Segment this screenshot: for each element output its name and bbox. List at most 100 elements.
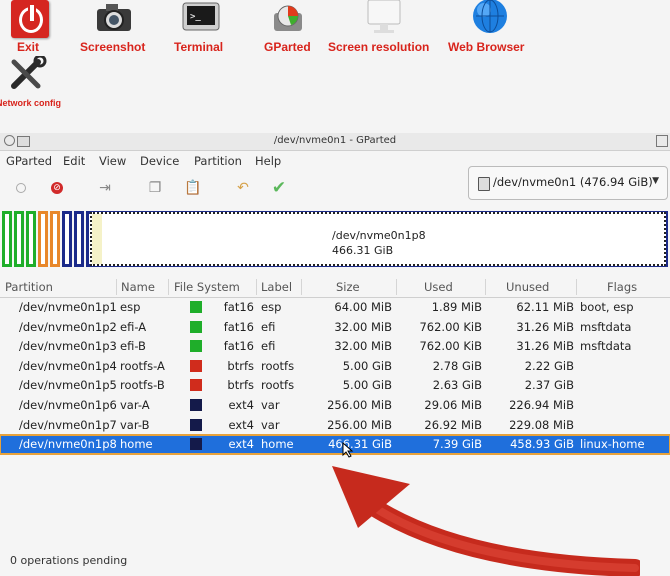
launcher-screen-resolution[interactable]: Screen resolution bbox=[328, 0, 446, 56]
launcher-label: Web Browser bbox=[448, 40, 525, 54]
undo-icon[interactable]: ↶ bbox=[232, 177, 254, 199]
partition-block-p1[interactable] bbox=[2, 211, 12, 267]
unused-cell: 226.94 MiB bbox=[509, 398, 574, 412]
apply-icon[interactable]: ✔ bbox=[268, 177, 290, 199]
label-cell: var bbox=[261, 417, 280, 432]
paste-icon[interactable]: 📋 bbox=[182, 177, 204, 199]
partition-cell: /dev/nvme0n1p6 bbox=[19, 398, 117, 412]
partition-cell: /dev/nvme0n1p1 bbox=[19, 300, 117, 314]
partition-cell: /dev/nvme0n1p3 bbox=[19, 339, 117, 354]
column-divider bbox=[256, 279, 257, 295]
column-divider bbox=[168, 279, 169, 295]
partition-block-p7[interactable] bbox=[74, 211, 84, 267]
launcher-terminal[interactable]: >_ Terminal bbox=[170, 0, 240, 56]
window-title: /dev/nvme0n1 - GParted bbox=[273, 135, 397, 146]
partition-block-p4[interactable] bbox=[38, 211, 48, 267]
label-cell: rootfs bbox=[261, 378, 295, 393]
label-cell: efi bbox=[261, 339, 276, 354]
globe-icon bbox=[473, 0, 507, 33]
launcher-exit[interactable]: Exit bbox=[0, 0, 60, 56]
filesystem-cell: fat16 bbox=[223, 319, 254, 334]
camera-icon bbox=[97, 4, 131, 31]
menu-device[interactable]: Device bbox=[140, 154, 179, 168]
name-cell: efi-B bbox=[120, 339, 146, 354]
launcher-web-browser[interactable]: Web Browser bbox=[446, 0, 538, 56]
column-divider bbox=[396, 279, 397, 295]
selected-partition-info: /dev/nvme0n1p8 466.31 GiB bbox=[332, 228, 426, 258]
terminal-icon: >_ bbox=[182, 2, 220, 31]
partition-cell: /dev/nvme0n1p7 bbox=[19, 417, 117, 432]
resize-move-icon[interactable]: ⇥ bbox=[94, 177, 116, 199]
column-unused[interactable]: Unused bbox=[506, 280, 549, 294]
toolbar: ⊘ ⇥ ❐ 📋 ↶ ✔ /dev/nvme0n1 (476.94 GiB) ▼ bbox=[0, 166, 670, 213]
column-file-system[interactable]: File System bbox=[174, 280, 240, 294]
column-used[interactable]: Used bbox=[424, 280, 453, 294]
used-cell: 762.00 KiB bbox=[419, 339, 482, 354]
launcher-network-config[interactable]: Network config bbox=[0, 56, 66, 110]
table-row[interactable]: /dev/nvme0n1p4 rootfs-A btrfs rootfs 5.00 Gi… bbox=[0, 357, 670, 376]
partition-table-header: Partition Name File System Label Size Us… bbox=[0, 277, 670, 298]
new-partition-icon[interactable] bbox=[10, 177, 32, 199]
selected-partition-size: 466.31 GiB bbox=[332, 244, 394, 257]
menu-view[interactable]: View bbox=[99, 154, 126, 168]
name-cell: home bbox=[120, 437, 153, 452]
name-cell: rootfs-B bbox=[120, 378, 165, 393]
used-cell: 2.63 GiB bbox=[432, 378, 482, 393]
used-cell: 29.06 MiB bbox=[424, 398, 482, 412]
partition-cell: /dev/nvme0n1p5 bbox=[19, 378, 117, 393]
partition-block-p6[interactable] bbox=[62, 211, 72, 267]
column-name[interactable]: Name bbox=[121, 280, 155, 294]
partition-cell: /dev/nvme0n1p8 bbox=[19, 437, 117, 452]
partition-block-p5[interactable] bbox=[50, 211, 60, 267]
device-selector[interactable]: /dev/nvme0n1 (476.94 GiB) ▼ bbox=[468, 166, 668, 200]
launcher-label: Terminal bbox=[174, 40, 224, 54]
partition-block-p2[interactable] bbox=[14, 211, 24, 267]
partition-graphic: /dev/nvme0n1p8 466.31 GiB bbox=[0, 211, 670, 269]
filesystem-color-swatch bbox=[190, 379, 202, 392]
filesystem-color-swatch bbox=[190, 301, 202, 313]
size-cell: 64.00 MiB bbox=[334, 300, 392, 314]
size-cell: 32.00 MiB bbox=[334, 339, 392, 354]
launcher-label: Exit bbox=[17, 40, 40, 54]
menu-gparted[interactable]: GParted bbox=[6, 154, 52, 168]
table-row[interactable]: /dev/nvme0n1p5 rootfs-B btrfs rootfs 5.00 Gi… bbox=[0, 376, 670, 395]
menu-help[interactable]: Help bbox=[255, 154, 281, 168]
table-row[interactable]: /dev/nvme0n1p7 var-B ext4 var 256.00 MiB 26.9… bbox=[0, 416, 670, 435]
partition-block-p3[interactable] bbox=[26, 211, 36, 267]
menu-partition[interactable]: Partition bbox=[194, 154, 242, 168]
label-cell: rootfs bbox=[261, 358, 295, 373]
column-divider bbox=[485, 279, 486, 295]
window-titlebar[interactable]: /dev/nvme0n1 - GParted bbox=[0, 133, 670, 151]
launcher-label: GParted bbox=[264, 40, 311, 54]
monitor-icon bbox=[367, 0, 401, 33]
delete-partition-icon[interactable]: ⊘ bbox=[46, 177, 68, 199]
unused-cell: 31.26 MiB bbox=[516, 339, 574, 354]
copy-icon[interactable]: ❐ bbox=[144, 177, 166, 199]
table-row[interactable]: /dev/nvme0n1p2 efi-A fat16 efi 32.00 MiB 762.… bbox=[0, 318, 670, 337]
filesystem-color-swatch bbox=[190, 399, 202, 411]
device-selector-label: /dev/nvme0n1 (476.94 GiB) bbox=[493, 175, 653, 189]
column-size[interactable]: Size bbox=[336, 280, 360, 294]
column-label[interactable]: Label bbox=[261, 280, 292, 294]
filesystem-cell: fat16 bbox=[223, 339, 254, 354]
launcher-gparted[interactable]: GParted bbox=[262, 0, 322, 56]
column-flags[interactable]: Flags bbox=[607, 280, 637, 294]
launcher-screenshot[interactable]: Screenshot bbox=[78, 0, 158, 56]
size-cell: 32.00 MiB bbox=[334, 319, 392, 334]
desktop-launcher-area: Exit Screenshot >_ Terminal GParted Scre… bbox=[0, 0, 670, 133]
unused-cell: 2.37 GiB bbox=[524, 378, 574, 393]
table-row[interactable]: /dev/nvme0n1p3 efi-B fat16 efi 32.00 MiB 762.… bbox=[0, 337, 670, 356]
unused-cell: 2.22 GiB bbox=[524, 358, 574, 373]
table-row[interactable]: /dev/nvme0n1p1 esp fat16 esp 64.00 MiB 1.89 M… bbox=[0, 298, 670, 317]
size-cell: 5.00 GiB bbox=[342, 358, 392, 373]
filesystem-color-swatch bbox=[190, 340, 202, 353]
menu-edit[interactable]: Edit bbox=[63, 154, 85, 168]
used-cell: 26.92 MiB bbox=[424, 417, 482, 432]
partition-block-p8[interactable]: /dev/nvme0n1p8 466.31 GiB bbox=[90, 212, 666, 266]
column-divider bbox=[576, 279, 577, 295]
column-partition[interactable]: Partition bbox=[5, 280, 53, 294]
table-row[interactable]: /dev/nvme0n1p6 var-A ext4 var 256.00 MiB 29.0… bbox=[0, 396, 670, 415]
name-cell: var-B bbox=[120, 417, 150, 432]
selected-partition-name: /dev/nvme0n1p8 bbox=[332, 229, 426, 242]
window-close-icon[interactable] bbox=[656, 135, 668, 147]
